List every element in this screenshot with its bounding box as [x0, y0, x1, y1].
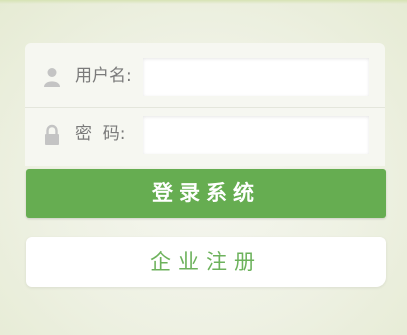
user-icon: [43, 65, 61, 89]
username-label: 用户名:: [75, 66, 132, 86]
login-form: 用户名: 密 码:: [25, 43, 385, 166]
username-row: 用户名:: [25, 53, 385, 106]
page-top-edge: [0, 0, 407, 4]
field-divider: [25, 107, 385, 108]
register-button[interactable]: 企业注册: [26, 237, 386, 287]
password-input[interactable]: [143, 116, 369, 154]
lock-icon: [43, 123, 61, 147]
username-input[interactable]: [143, 58, 369, 96]
password-label: 密 码:: [75, 124, 126, 144]
login-button[interactable]: 登录系统: [26, 169, 386, 218]
password-row: 密 码:: [25, 111, 385, 164]
